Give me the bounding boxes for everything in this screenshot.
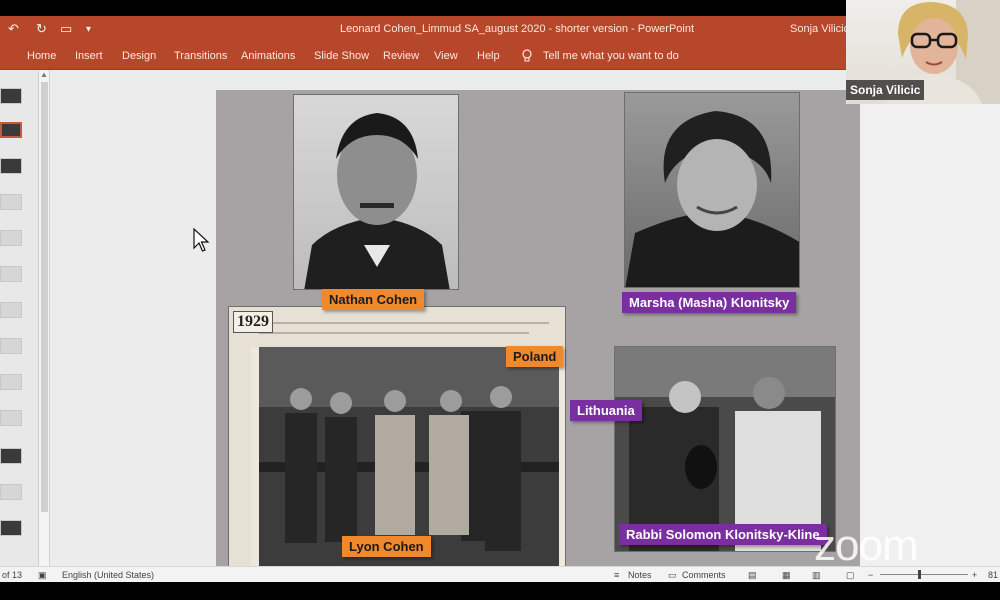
lightbulb-icon bbox=[522, 49, 532, 62]
comments-button[interactable]: Comments bbox=[682, 570, 726, 580]
nathan-cohen-photo[interactable] bbox=[293, 94, 459, 290]
tab-home[interactable]: Home bbox=[27, 50, 56, 62]
zoom-out-icon[interactable]: − bbox=[868, 570, 873, 580]
slide-thumbnail[interactable] bbox=[0, 338, 22, 354]
rabbi-klonitsky-kline-photo[interactable] bbox=[614, 346, 836, 552]
slide-thumbnail[interactable] bbox=[0, 410, 22, 426]
slide-thumbnail[interactable] bbox=[0, 230, 22, 246]
slide-thumbnail-pane bbox=[0, 70, 38, 570]
tab-view[interactable]: View bbox=[434, 50, 458, 62]
slide-thumbnail[interactable] bbox=[0, 374, 22, 390]
reading-view-icon[interactable]: ▥ bbox=[812, 570, 821, 581]
slide-thumbnail[interactable] bbox=[0, 484, 22, 500]
label-lyon-cohen[interactable]: Lyon Cohen bbox=[342, 536, 431, 557]
slide-thumbnail[interactable] bbox=[0, 158, 22, 174]
account-name[interactable]: Sonja Vilicic bbox=[790, 23, 849, 35]
participant-name: Sonja Vilicic bbox=[846, 80, 925, 100]
mouse-cursor-icon bbox=[193, 228, 210, 252]
slide-counter: of 13 bbox=[2, 570, 23, 580]
photo-year: 1929 bbox=[233, 311, 273, 333]
slide-thumbnail[interactable] bbox=[0, 302, 22, 318]
label-marsha-klonitsky[interactable]: Marsha (Masha) Klonitsky bbox=[622, 292, 797, 313]
portrait-woman-icon bbox=[625, 111, 799, 287]
tab-insert[interactable]: Insert bbox=[75, 50, 103, 62]
slide-thumbnail[interactable] bbox=[0, 88, 22, 104]
two-men-photo-icon bbox=[615, 347, 835, 551]
notes-icon[interactable]: ≡ bbox=[614, 570, 619, 580]
slide-thumbnail[interactable] bbox=[0, 520, 22, 536]
tab-animations[interactable]: Animations bbox=[241, 50, 295, 62]
spellcheck-icon[interactable]: ▣ bbox=[38, 570, 47, 581]
marsha-klonitsky-photo[interactable] bbox=[624, 92, 800, 288]
document-title: Leonard Cohen_Limmud SA_august 2020 - sh… bbox=[340, 23, 695, 35]
language-indicator[interactable]: English (United States) bbox=[62, 570, 154, 580]
slideshow-view-icon[interactable]: ▢ bbox=[846, 570, 855, 581]
slide-thumbnail[interactable] bbox=[0, 448, 22, 464]
zoom-percent[interactable]: 81 bbox=[988, 570, 998, 580]
scroll-up-icon[interactable]: ▲ bbox=[40, 70, 48, 79]
notes-button[interactable]: Notes bbox=[628, 570, 652, 580]
scrollbar-thumb[interactable] bbox=[41, 82, 48, 512]
customize-quick-access-icon[interactable]: ▾ bbox=[86, 24, 91, 35]
present-icon[interactable]: ▭ bbox=[60, 21, 72, 37]
label-lithuania[interactable]: Lithuania bbox=[570, 400, 642, 421]
thumbnail-scrollbar[interactable]: ▲ ▼ bbox=[38, 70, 50, 580]
zoom-slider-track[interactable] bbox=[880, 574, 968, 575]
redo-icon[interactable]: ↻ bbox=[36, 21, 47, 37]
label-poland[interactable]: Poland bbox=[506, 346, 564, 367]
tab-review[interactable]: Review bbox=[383, 50, 419, 62]
tell-me-search[interactable]: Tell me what you want to do bbox=[543, 50, 679, 62]
slide-sorter-icon[interactable]: ▦ bbox=[782, 570, 791, 581]
zoom-in-icon[interactable]: + bbox=[972, 570, 977, 580]
zoom-watermark: zoom bbox=[814, 521, 919, 570]
slide-thumbnail[interactable] bbox=[0, 266, 22, 282]
tab-help[interactable]: Help bbox=[477, 50, 500, 62]
label-rabbi-klonitsky-kline[interactable]: Rabbi Solomon Klonitsky-Kline bbox=[619, 524, 827, 545]
slide-thumbnail[interactable] bbox=[0, 194, 22, 210]
zoom-slider-handle[interactable] bbox=[918, 570, 921, 579]
comments-icon[interactable]: ▭ bbox=[668, 570, 677, 581]
slide-thumbnail-selected[interactable] bbox=[0, 122, 22, 138]
tab-design[interactable]: Design bbox=[122, 50, 156, 62]
slide[interactable]: 1929 Nathan Cohen Marsha (Masha) Klonits… bbox=[216, 90, 860, 570]
tab-transitions[interactable]: Transitions bbox=[174, 50, 227, 62]
tab-slide-show[interactable]: Slide Show bbox=[314, 50, 369, 62]
portrait-man-icon bbox=[304, 113, 450, 289]
normal-view-icon[interactable]: ▤ bbox=[748, 570, 757, 581]
undo-icon[interactable]: ↶ bbox=[8, 21, 19, 37]
label-nathan-cohen[interactable]: Nathan Cohen bbox=[322, 289, 425, 310]
